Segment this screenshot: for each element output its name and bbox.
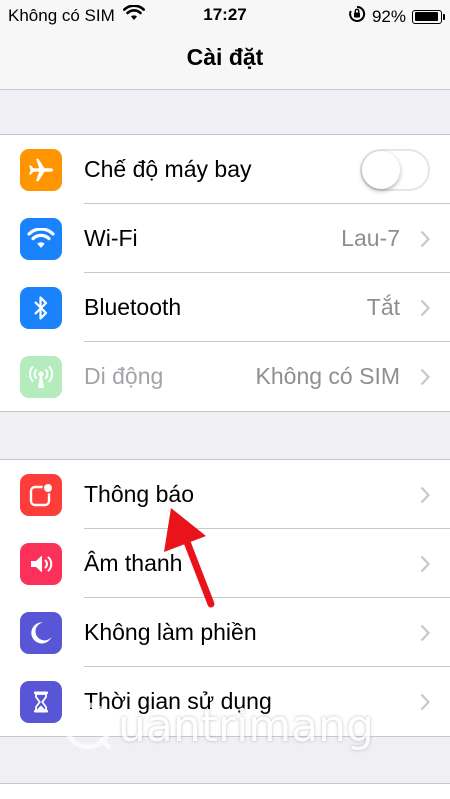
wifi-label: Wi-Fi	[84, 225, 138, 251]
settings-group-connectivity: Chế độ máy bay Wi-Fi Lau-7 Bluetooth Tắt	[0, 134, 450, 412]
page-title: Cài đặt	[186, 44, 264, 70]
navigation-bar: Cài đặt	[0, 30, 450, 90]
hourglass-icon	[20, 681, 62, 723]
settings-row-sounds[interactable]: Âm thanh	[0, 529, 450, 598]
airplane-icon	[20, 149, 62, 191]
settings-row-bluetooth[interactable]: Bluetooth Tắt	[0, 273, 450, 342]
moon-icon	[20, 612, 62, 654]
notifications-icon	[20, 474, 62, 516]
cellular-icon	[20, 356, 62, 398]
cellular-label: Di động	[84, 363, 164, 389]
sounds-label: Âm thanh	[84, 550, 183, 576]
chevron-right-icon	[420, 693, 431, 716]
wifi-icon	[20, 218, 62, 260]
cellular-value: Không có SIM	[255, 363, 400, 389]
settings-group-next	[0, 783, 450, 799]
chevron-right-icon	[420, 486, 431, 509]
bluetooth-label: Bluetooth	[84, 294, 182, 320]
watermark-logo: uantrimang	[62, 700, 374, 752]
lightbulb-logo-icon	[64, 702, 112, 750]
watermark-text: uantrimang	[118, 700, 374, 752]
airplane-mode-toggle[interactable]	[360, 149, 430, 191]
battery-percent: 92%	[371, 6, 406, 26]
bluetooth-value: Tắt	[366, 294, 400, 320]
bluetooth-icon	[20, 287, 62, 329]
settings-group-notifications: Thông báo Âm thanh Không làm phiền Thời …	[0, 459, 450, 737]
battery-icon	[412, 9, 445, 24]
notifications-label: Thông báo	[84, 481, 194, 507]
chevron-right-icon	[420, 624, 431, 647]
settings-row-cellular[interactable]: Di động Không có SIM	[0, 342, 450, 411]
chevron-right-icon	[420, 299, 431, 322]
chevron-right-icon	[420, 230, 431, 253]
rotation-lock-icon	[348, 5, 366, 28]
do-not-disturb-label: Không làm phiền	[84, 619, 257, 645]
settings-row-notifications[interactable]: Thông báo	[0, 460, 450, 529]
settings-row-airplane-mode[interactable]: Chế độ máy bay	[0, 135, 450, 204]
status-bar: Không có SIM 17:27 92%	[0, 0, 450, 30]
settings-row-wifi[interactable]: Wi-Fi Lau-7	[0, 204, 450, 273]
settings-row-do-not-disturb[interactable]: Không làm phiền	[0, 598, 450, 667]
wifi-value: Lau-7	[341, 225, 400, 251]
airplane-mode-label: Chế độ máy bay	[84, 156, 252, 182]
sounds-icon	[20, 543, 62, 585]
chevron-right-icon	[420, 368, 431, 391]
chevron-right-icon	[420, 555, 431, 578]
